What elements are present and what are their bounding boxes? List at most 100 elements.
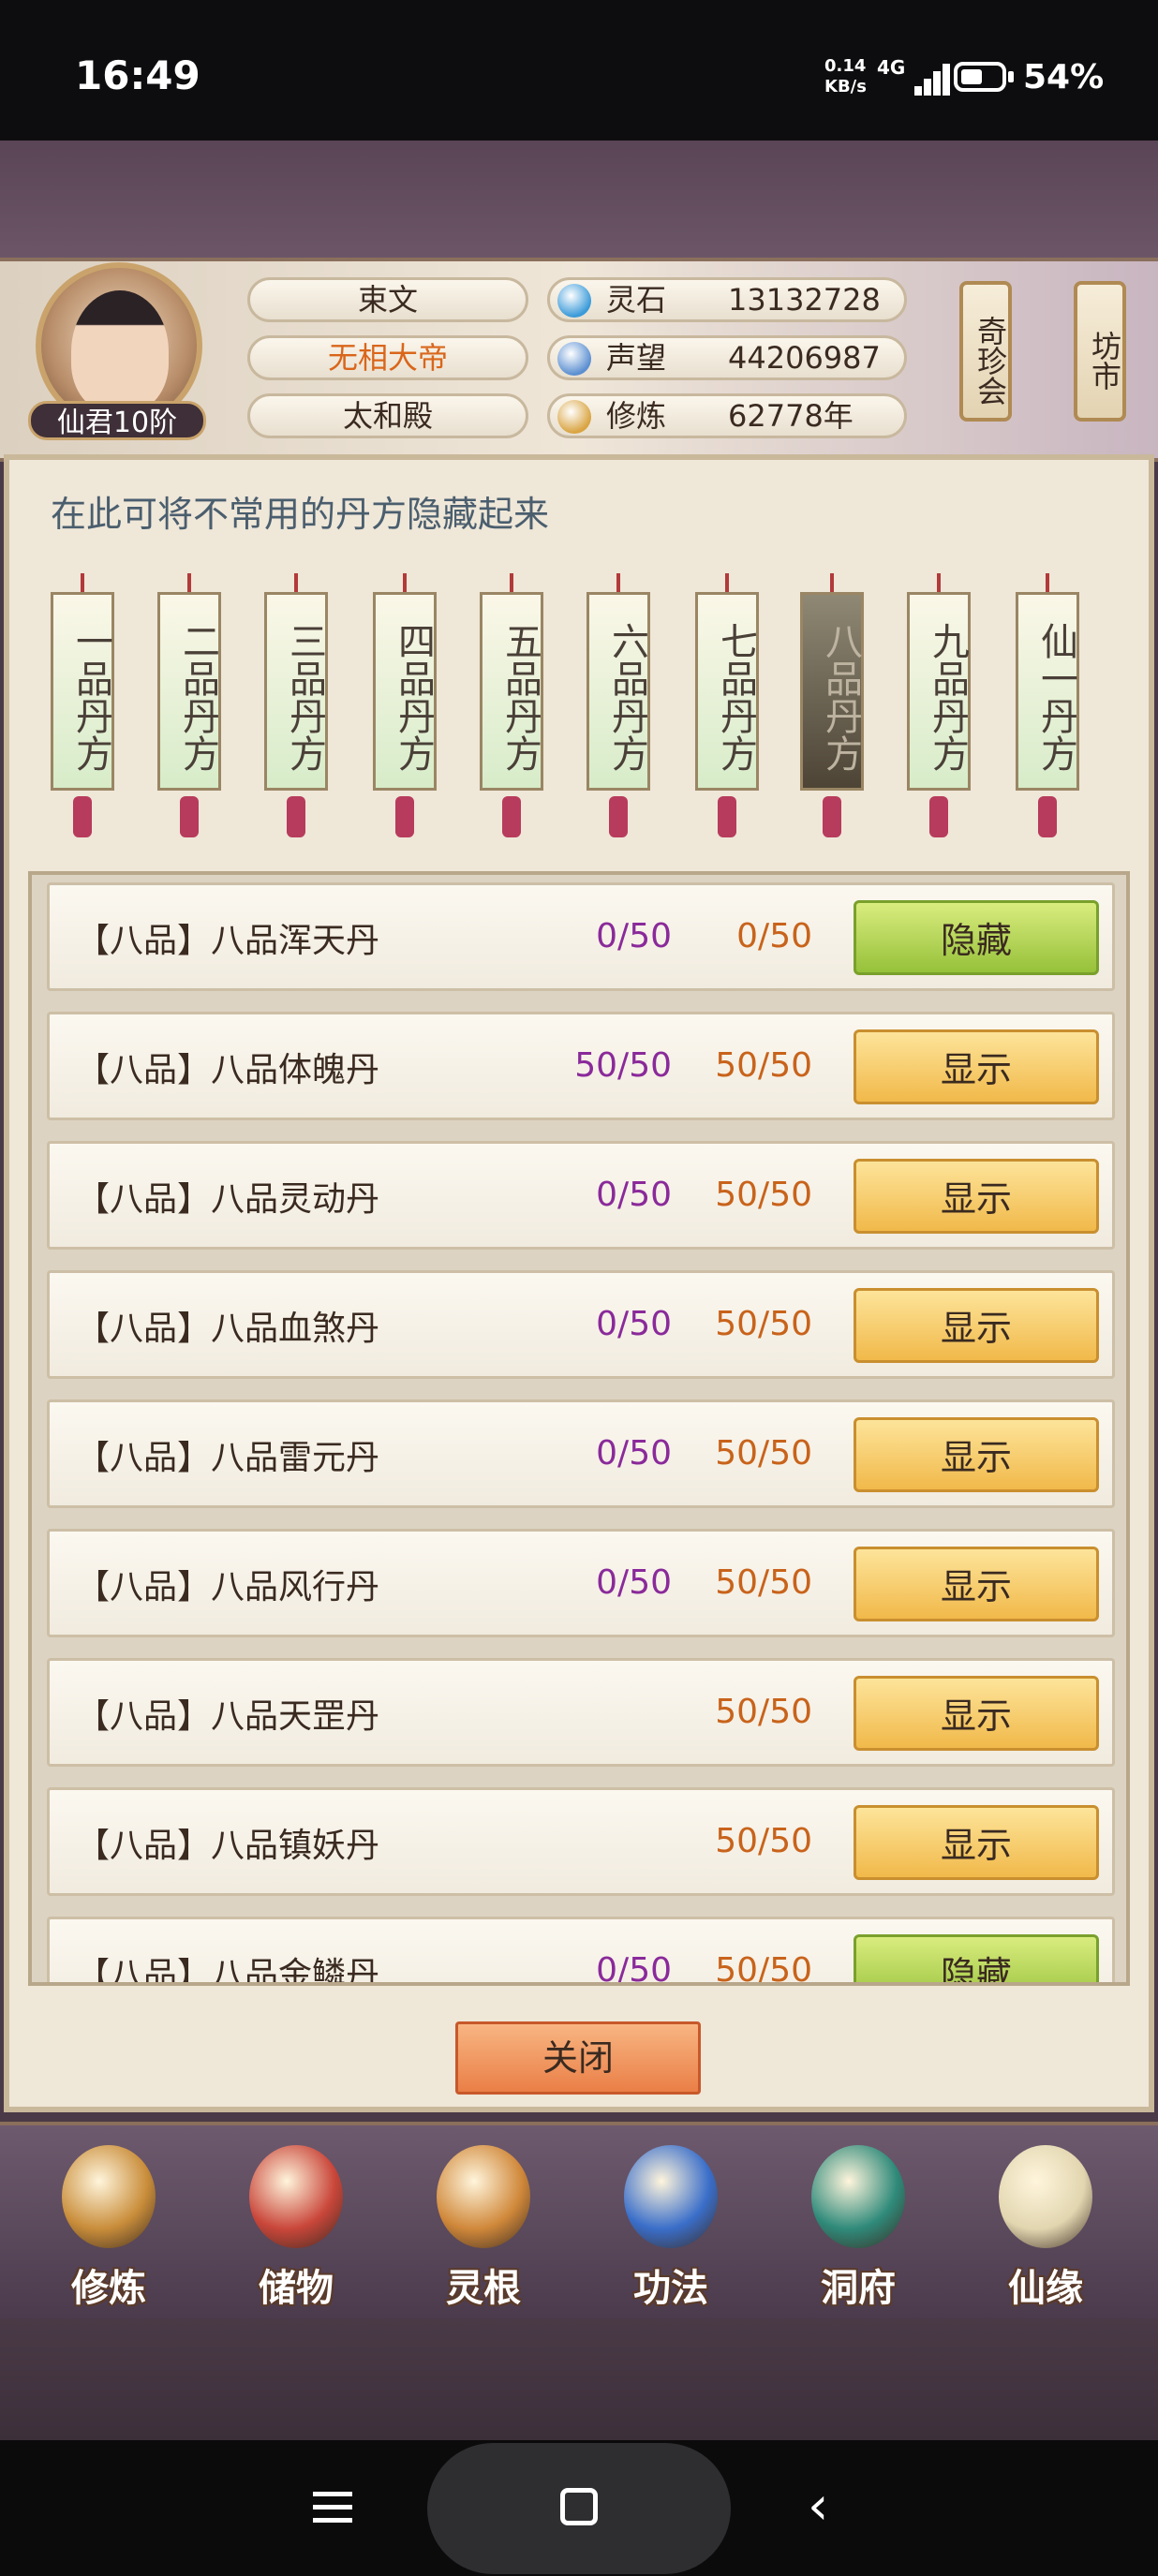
recipe-count-limit: 50/50 bbox=[715, 1951, 812, 1986]
recipe-count-limit: 0/50 bbox=[736, 917, 812, 955]
tab-tier-2[interactable]: 二品丹方 bbox=[157, 592, 221, 791]
nav-item-5[interactable]: 洞府 bbox=[783, 2145, 933, 2314]
gourd-icon bbox=[999, 2145, 1092, 2248]
back-icon[interactable]: ‹ bbox=[808, 2480, 828, 2533]
recipe-count-owned: 50/50 bbox=[574, 1046, 672, 1085]
tab-tier-1[interactable]: 一品丹方 bbox=[51, 592, 114, 791]
battery-percent: 54% bbox=[1023, 58, 1105, 96]
close-button[interactable]: 关闭 bbox=[455, 2021, 701, 2095]
cave-dwelling-icon bbox=[811, 2145, 905, 2248]
tab-string bbox=[1046, 573, 1049, 594]
show-button[interactable]: 显示 bbox=[854, 1676, 1099, 1751]
rank-badge: 仙君10阶 bbox=[28, 401, 206, 440]
home-icon bbox=[560, 2488, 598, 2525]
network-speed-unit: KB/s bbox=[824, 77, 867, 96]
recipe-count-owned: 0/50 bbox=[596, 1951, 672, 1986]
tab-string bbox=[403, 573, 407, 594]
nav-item-1[interactable]: 修炼 bbox=[34, 2145, 184, 2314]
network-type: 4G bbox=[877, 56, 906, 79]
storage-bag-icon bbox=[249, 2145, 343, 2248]
nav-item-2[interactable]: 储物 bbox=[221, 2145, 371, 2314]
tab-string bbox=[294, 573, 298, 594]
tassel-icon bbox=[73, 796, 92, 837]
recipe-list[interactable]: 【八品】八品浑天丹 0/50 0/50 隐藏 【八品】八品体魄丹 50/50 50/50 显示… bbox=[28, 871, 1130, 1986]
hide-button[interactable]: 隐藏 bbox=[854, 1934, 1099, 1982]
cultivate-icon bbox=[62, 2145, 156, 2248]
show-button[interactable]: 显示 bbox=[854, 1417, 1099, 1492]
player-location[interactable]: 太和殿 bbox=[247, 393, 528, 438]
resource-label: 声望 bbox=[606, 340, 667, 376]
tab-tier-6[interactable]: 六品丹方 bbox=[586, 592, 650, 791]
recipe-name: 【八品】八品浑天丹 bbox=[76, 922, 380, 960]
recipe-count-limit: 50/50 bbox=[715, 1046, 812, 1085]
recipe-row: 【八品】八品天罡丹 50/50 显示 bbox=[47, 1658, 1115, 1767]
tassel-icon bbox=[718, 796, 736, 837]
recipe-name: 【八品】八品血煞丹 bbox=[76, 1310, 380, 1348]
tassel-icon bbox=[929, 796, 948, 837]
show-button[interactable]: 显示 bbox=[854, 1805, 1099, 1880]
resource-value: 62778年 bbox=[728, 398, 854, 434]
tab-string bbox=[616, 573, 620, 594]
recipe-count-limit: 50/50 bbox=[715, 1563, 812, 1602]
recipe-count-limit: 50/50 bbox=[715, 1822, 812, 1860]
show-button[interactable]: 显示 bbox=[854, 1029, 1099, 1104]
bottom-decoration-band bbox=[0, 2318, 1158, 2440]
recipe-name: 【八品】八品金鳞丹 bbox=[76, 1956, 380, 1986]
recipe-row: 【八品】八品金鳞丹 0/50 50/50 隐藏 bbox=[47, 1917, 1115, 1986]
recipe-name: 【八品】八品镇妖丹 bbox=[76, 1827, 380, 1865]
tassel-icon bbox=[823, 796, 841, 837]
market-button[interactable]: 坊市 bbox=[1074, 281, 1126, 422]
signal-icon bbox=[907, 62, 950, 96]
battery-terminal bbox=[1008, 71, 1014, 82]
spirit-stone-icon bbox=[557, 284, 591, 318]
tab-tier-4[interactable]: 四品丹方 bbox=[373, 592, 437, 791]
player-title[interactable]: 无相大帝 bbox=[247, 335, 528, 380]
nav-label: 洞府 bbox=[821, 2267, 896, 2310]
player-name: 束文 bbox=[247, 277, 528, 322]
recipe-name: 【八品】八品雷元丹 bbox=[76, 1439, 380, 1477]
recipe-count-limit: 50/50 bbox=[715, 1693, 812, 1731]
resource-value: 13132728 bbox=[728, 282, 881, 318]
tab-tier-10[interactable]: 仙一丹方 bbox=[1016, 592, 1079, 791]
show-button[interactable]: 显示 bbox=[854, 1159, 1099, 1234]
nav-item-3[interactable]: 灵根 bbox=[408, 2145, 558, 2314]
top-decoration-band bbox=[0, 141, 1158, 258]
nav-item-4[interactable]: 功法 bbox=[596, 2145, 746, 2314]
nav-item-6[interactable]: 仙缘 bbox=[971, 2145, 1121, 2314]
tab-string bbox=[187, 573, 191, 594]
technique-book-icon bbox=[624, 2145, 718, 2248]
nav-label: 修炼 bbox=[71, 2267, 146, 2310]
recipe-name: 【八品】八品体魄丹 bbox=[76, 1051, 380, 1089]
tab-tier-3[interactable]: 三品丹方 bbox=[264, 592, 328, 791]
tab-tier-7[interactable]: 七品丹方 bbox=[695, 592, 759, 791]
nav-label: 灵根 bbox=[446, 2267, 521, 2310]
recipe-count-limit: 50/50 bbox=[715, 1176, 812, 1214]
recipe-row: 【八品】八品浑天丹 0/50 0/50 隐藏 bbox=[47, 882, 1115, 991]
tab-string bbox=[510, 573, 513, 594]
resource-label: 修炼 bbox=[606, 398, 667, 434]
recipe-name: 【八品】八品灵动丹 bbox=[76, 1180, 380, 1219]
resource-prestige: 声望 44206987 bbox=[547, 335, 907, 380]
recipe-count-owned: 0/50 bbox=[596, 1176, 672, 1214]
hide-button[interactable]: 隐藏 bbox=[854, 900, 1099, 975]
show-button[interactable]: 显示 bbox=[854, 1547, 1099, 1621]
tab-tier-8[interactable]: 八品丹方 bbox=[800, 592, 864, 791]
tassel-icon bbox=[502, 796, 521, 837]
clock: 16:49 bbox=[75, 52, 200, 98]
recipe-row: 【八品】八品血煞丹 0/50 50/50 显示 bbox=[47, 1270, 1115, 1379]
tab-string bbox=[725, 573, 729, 594]
show-button[interactable]: 显示 bbox=[854, 1288, 1099, 1363]
treasure-auction-button[interactable]: 奇珍会 bbox=[959, 281, 1012, 422]
meditation-icon bbox=[557, 400, 591, 434]
avatar[interactable] bbox=[71, 290, 169, 412]
tab-string bbox=[830, 573, 834, 594]
tassel-icon bbox=[1038, 796, 1057, 837]
recipe-count-limit: 50/50 bbox=[715, 1434, 812, 1473]
recent-apps-icon[interactable] bbox=[313, 2492, 352, 2524]
tassel-icon bbox=[609, 796, 628, 837]
tab-tier-5[interactable]: 五品丹方 bbox=[480, 592, 543, 791]
battery-icon bbox=[954, 62, 1006, 92]
tab-tier-9[interactable]: 九品丹方 bbox=[907, 592, 971, 791]
nav-label: 仙缘 bbox=[1008, 2267, 1083, 2310]
recipe-count-owned: 0/50 bbox=[596, 1305, 672, 1343]
